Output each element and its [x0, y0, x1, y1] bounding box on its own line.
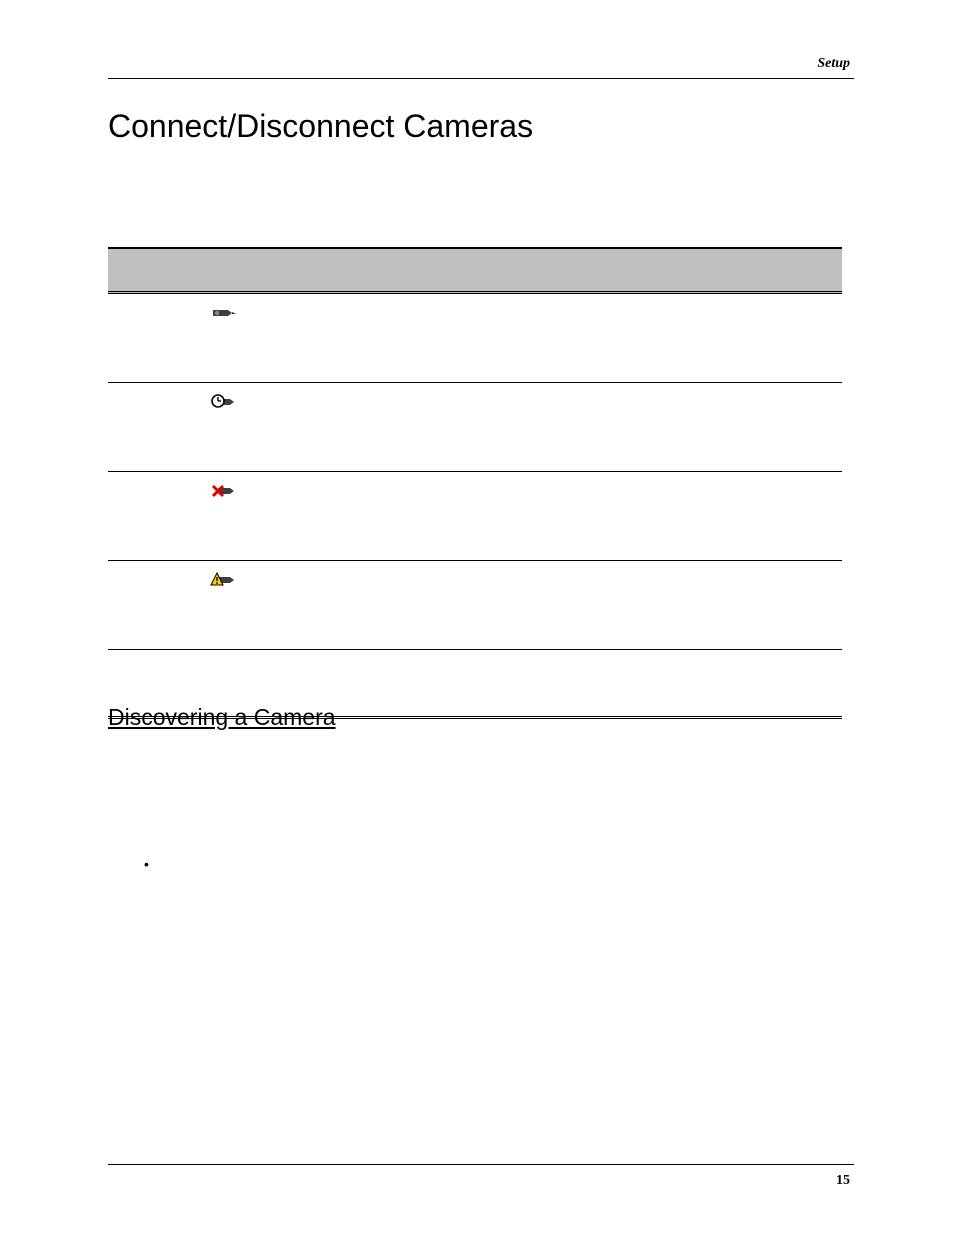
camera-warning-icon: [208, 569, 238, 596]
footer-divider: [108, 1164, 854, 1165]
bullet-point: •: [144, 856, 149, 872]
camera-clock-icon: [208, 391, 238, 418]
page-number: 15: [836, 1173, 850, 1189]
table-header-icon: [108, 249, 338, 291]
section-label: Setup: [817, 56, 850, 72]
camera-disconnected-icon: [208, 480, 238, 507]
camera-connected-icon: [208, 302, 238, 329]
table-row: [108, 383, 842, 472]
section-subheading: Discovering a Camera: [108, 704, 336, 731]
icon-table: [108, 247, 842, 719]
header-divider: [108, 78, 854, 79]
table-header-row: [108, 249, 842, 294]
table-header-desc: [338, 249, 842, 291]
table-row: [108, 294, 842, 383]
table-row: [108, 472, 842, 561]
page-title: Connect/Disconnect Cameras: [108, 108, 533, 145]
table-row: [108, 561, 842, 650]
